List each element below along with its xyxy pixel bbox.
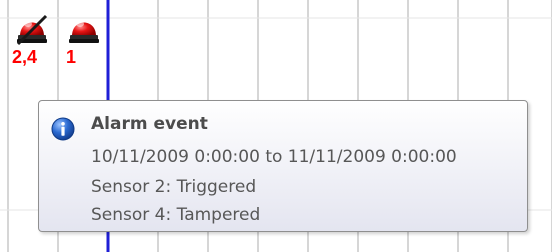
tooltip-date-range: 10/11/2009 0:00:00 to 11/11/2009 0:00:00 — [91, 147, 457, 167]
alarm-beacon-icon — [69, 21, 99, 43]
alarm-marker-2-4[interactable]: 2,4 — [12, 8, 50, 76]
tooltip-title: Alarm event — [91, 114, 208, 134]
tooltip-sensor-line: Sensor 4: Tampered — [91, 205, 261, 225]
alarm-event-tooltip: Alarm event 10/11/2009 0:00:00 to 11/11/… — [38, 100, 528, 232]
marker-label: 2,4 — [12, 47, 38, 67]
tooltip-sensor-line: Sensor 2: Triggered — [91, 177, 257, 197]
alarm-marker-1[interactable]: 1 — [66, 8, 102, 76]
alarm-beacon-muted-icon — [16, 14, 48, 46]
info-icon — [51, 117, 75, 141]
marker-label: 1 — [66, 47, 77, 67]
